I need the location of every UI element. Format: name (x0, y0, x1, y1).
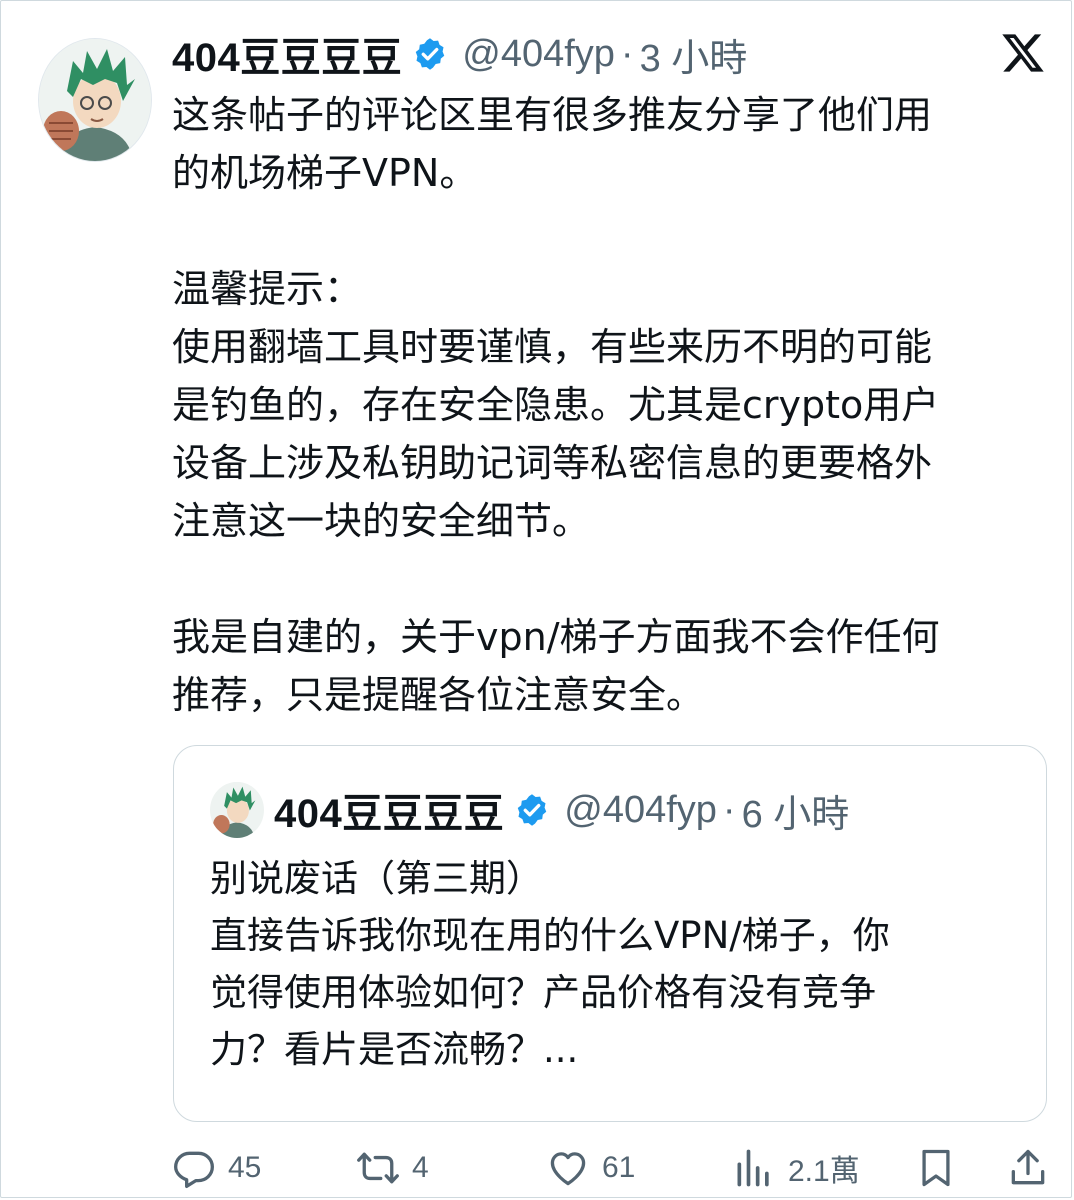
tweet-header: 404豆豆豆豆 @404fyp · 3 小時 (172, 26, 747, 82)
quoted-avatar[interactable] (210, 782, 264, 838)
retweet-count: 4 (412, 1151, 429, 1184)
reply-button[interactable]: 45 (172, 1140, 261, 1196)
bookmark-icon (922, 1149, 950, 1187)
verified-badge-icon (416, 38, 445, 70)
quoted-text: 别说废话（第三期） 直接告诉我你现在用的什么VPN/梯子，你 觉得使用体验如何？… (210, 857, 890, 1071)
avatar-illustration-icon (39, 39, 151, 161)
reply-count: 45 (228, 1151, 262, 1184)
quoted-separator: · (722, 788, 736, 831)
share-button[interactable] (1006, 1140, 1062, 1196)
quoted-verified-badge-icon (518, 794, 547, 826)
retweet-icon (357, 1152, 399, 1184)
action-bar: 45 4 61 2.1萬 (172, 1140, 1052, 1196)
like-count: 61 (602, 1151, 636, 1184)
quoted-handle[interactable]: @404fyp (564, 789, 717, 832)
views-chart-icon (737, 1149, 769, 1187)
x-logo-icon[interactable] (1000, 30, 1046, 76)
reply-icon (174, 1151, 214, 1188)
quoted-display-name[interactable]: 404豆豆豆豆 (274, 781, 504, 839)
separator: · (620, 32, 634, 75)
quoted-header: 404豆豆豆豆 @404fyp · 6 小時 (274, 782, 849, 838)
quoted-timestamp[interactable]: 6 小時 (742, 783, 850, 838)
views-count: 2.1萬 (788, 1155, 860, 1188)
quoted-avatar-illustration-icon (211, 782, 263, 838)
views-button[interactable]: 2.1萬 (732, 1140, 860, 1196)
timestamp[interactable]: 3 小時 (640, 27, 748, 82)
handle[interactable]: @404fyp (462, 33, 615, 76)
avatar[interactable] (38, 38, 152, 162)
heart-icon (550, 1152, 586, 1186)
share-icon (1011, 1149, 1045, 1185)
quoted-tweet[interactable]: 404豆豆豆豆 @404fyp · 6 小時 别说废话（第三期） 直接告诉我你现… (173, 745, 1047, 1122)
bookmark-button[interactable] (914, 1140, 970, 1196)
like-button[interactable]: 61 (546, 1140, 635, 1196)
tweet-text: 这条帖子的评论区里有很多推友分享了他们用 的机场梯子VPN。 温馨提示： 使用翻… (172, 93, 940, 717)
retweet-button[interactable]: 4 (356, 1140, 429, 1196)
display-name[interactable]: 404豆豆豆豆 (172, 25, 402, 83)
